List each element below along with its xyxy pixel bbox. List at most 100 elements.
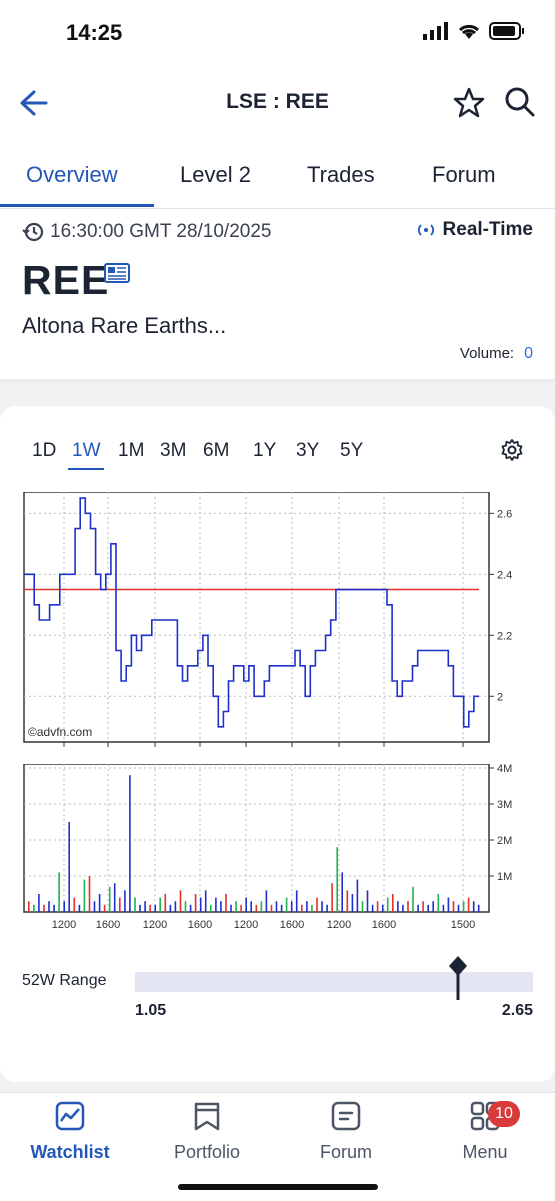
volume-bar <box>270 904 273 912</box>
price-y-tick-label: 2.4 <box>497 569 512 581</box>
active-tab-indicator <box>0 204 154 207</box>
volume-bar <box>58 872 60 912</box>
volume-bar <box>452 901 455 912</box>
volume-bar <box>68 822 70 912</box>
volume-bar <box>301 904 303 912</box>
price-plot-frame <box>23 492 490 743</box>
volume-bar <box>134 897 136 912</box>
volume-bar <box>437 894 440 912</box>
search-icon[interactable] <box>504 86 536 118</box>
price-x-tick-label: 1500 <box>451 749 475 750</box>
range-5y[interactable]: 5Y <box>340 440 363 462</box>
chart-watermark: ©advfn.com <box>28 725 92 739</box>
range-3y[interactable]: 3Y <box>296 440 319 462</box>
volume-bar <box>113 883 116 912</box>
volume-bar <box>311 904 313 912</box>
range-6m[interactable]: 6M <box>203 440 229 462</box>
price-y-tick-label: 2.6 <box>497 508 512 520</box>
home-indicator <box>178 1184 378 1190</box>
volume-bar <box>295 890 298 912</box>
volume-bar <box>129 775 131 912</box>
volume-bar <box>149 904 151 912</box>
volume-bar <box>33 904 35 912</box>
volume-x-tick-label: 1600 <box>280 919 304 931</box>
volume-bar <box>139 904 141 912</box>
volume-bar <box>467 897 470 912</box>
signal-icon <box>423 22 448 40</box>
volume-plot-frame <box>23 764 490 913</box>
volume-bar <box>442 904 445 912</box>
volume-bar <box>371 904 374 912</box>
52w-high: 2.65 <box>501 1002 533 1019</box>
volume-bar <box>427 904 429 912</box>
tab-forum[interactable]: Forum <box>432 162 496 188</box>
52w-range-label: 52W Range <box>22 972 107 989</box>
volume-bar <box>220 901 222 912</box>
volume-bar <box>119 897 121 912</box>
news-icon[interactable] <box>104 263 130 283</box>
bookmark-icon <box>194 1102 220 1131</box>
volume-bar <box>189 904 192 912</box>
volume-bar <box>83 879 86 912</box>
volume-x-tick-label: 1200 <box>52 919 76 931</box>
price-y-tick-label: 2 <box>497 691 503 703</box>
52w-range-bar <box>135 972 533 992</box>
history-clock-icon <box>22 222 44 242</box>
price-x-tick-label: 1600 <box>96 749 120 750</box>
volume-x-tick-label: 1200 <box>234 919 258 931</box>
volume-bar <box>38 894 40 912</box>
volume-bar <box>108 886 111 912</box>
nav-menu[interactable]: Menu 10 <box>425 1101 545 1163</box>
volume-bar <box>472 901 475 912</box>
volume-bar <box>326 904 328 912</box>
volume-bar <box>124 890 126 912</box>
range-1d[interactable]: 1D <box>32 440 56 462</box>
volume-bar <box>28 901 30 912</box>
volume-bar <box>290 901 293 912</box>
tab-overview[interactable]: Overview <box>26 162 118 188</box>
star-icon[interactable] <box>452 86 486 120</box>
chart-card: 1D 1W 1M 3M 6M 1Y 3Y 5Y 2.6 2.4 2.2 2 1200 1… <box>0 406 555 1082</box>
range-3m[interactable]: 3M <box>160 440 186 462</box>
gear-icon[interactable] <box>500 438 524 462</box>
tab-level-2[interactable]: Level 2 <box>180 162 251 188</box>
volume-bar <box>260 901 263 912</box>
volume-bar <box>204 890 207 912</box>
nav-watchlist[interactable]: Watchlist <box>10 1101 130 1163</box>
volume-bar <box>280 904 283 912</box>
volume-x-tick-label: 1200 <box>327 919 351 931</box>
volume: Volume: 0 <box>460 345 533 363</box>
range-1y[interactable]: 1Y <box>253 440 276 462</box>
volume-y-tick-label: 2M <box>497 835 512 847</box>
nav-portfolio[interactable]: Portfolio <box>147 1101 267 1163</box>
volume-bar <box>392 894 394 912</box>
volume-bar <box>285 897 288 912</box>
volume-bar <box>407 901 409 912</box>
volume-bar <box>346 890 349 912</box>
volume-bar <box>245 897 247 912</box>
nav-forum[interactable]: Forum <box>286 1101 406 1163</box>
status-time: 14:25 <box>66 20 123 45</box>
volume-bar <box>199 897 202 912</box>
volume-bar <box>447 897 450 912</box>
volume-bar <box>174 901 177 912</box>
52w-low: 1.05 <box>135 1002 167 1019</box>
volume-bar <box>43 904 45 912</box>
timestamp-text: 16:30:00 GMT 28/10/2025 <box>50 221 272 242</box>
volume-bar <box>361 901 364 912</box>
volume-bar <box>331 883 333 912</box>
volume-bar <box>412 886 414 912</box>
volume-bar <box>93 901 96 912</box>
live-broadcast-icon <box>417 224 434 236</box>
tab-bar: Overview Level 2 Trades Forum <box>0 142 555 209</box>
range-1m[interactable]: 1M <box>118 440 144 462</box>
volume-bar <box>210 904 212 912</box>
tab-trades[interactable]: Trades <box>307 162 375 188</box>
range-1w[interactable]: 1W <box>72 440 101 462</box>
volume-bar <box>144 901 146 912</box>
volume-bar <box>275 901 278 912</box>
range-selected-indicator <box>68 468 104 470</box>
volume-bar <box>235 901 237 912</box>
quote-panel: 16:30:00 GMT 28/10/2025 Real-Time REE Al… <box>0 209 555 379</box>
volume-bar <box>265 890 268 912</box>
